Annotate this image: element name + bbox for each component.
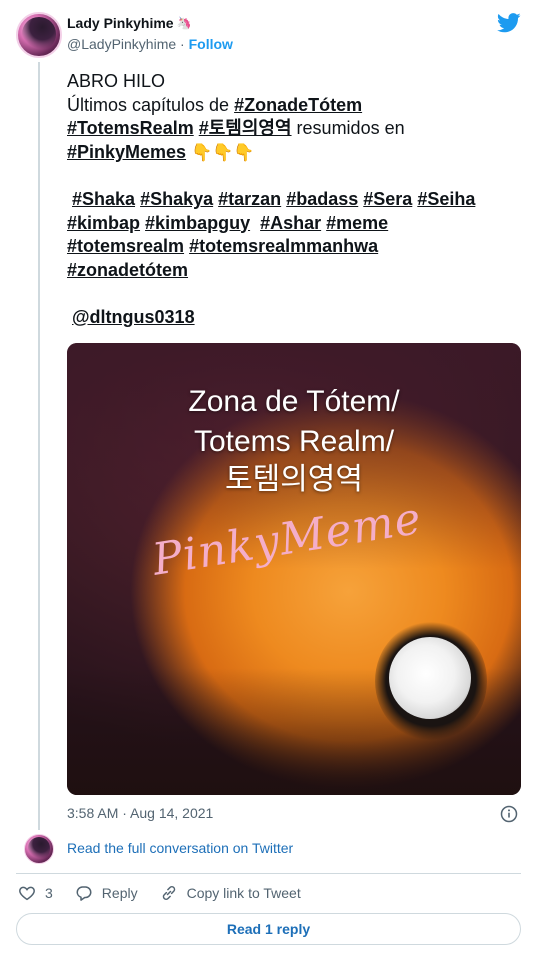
tweet-line-2: Últimos capítulos de #ZonadeTótem <box>67 94 527 118</box>
hashtag-badass[interactable]: #badass <box>286 189 358 209</box>
unicorn-emoji: 🦄 <box>176 16 192 30</box>
hashtag-zonadetotem-lower[interactable]: #zonadetótem <box>67 260 188 280</box>
hashtag-totemsrealm[interactable]: #TotemsRealm <box>67 118 194 138</box>
media-caption-line-2: Totems Realm/ <box>193 425 395 458</box>
eye-highlight <box>389 637 471 719</box>
tweet-line-1: ABRO HILO <box>67 70 527 94</box>
author-handle-row: @LadyPinkyhime · Follow <box>67 36 233 52</box>
mention-link[interactable]: @dltngus0318 <box>72 307 195 327</box>
hashtag-totemsrealm-lower[interactable]: #totemsrealm <box>67 236 184 256</box>
read-full-conversation-link[interactable]: Read the full conversation on Twitter <box>67 840 293 856</box>
tweet-line-11: @dltngus0318 <box>67 306 527 330</box>
hashtag-kimbap[interactable]: #kimbap <box>67 213 140 233</box>
summarized-text: resumidos en <box>291 118 405 139</box>
hashtag-totemsrealmmanhwa[interactable]: #totemsrealmmanhwa <box>189 236 378 256</box>
author-name[interactable]: Lady Pinkyhime <box>67 15 174 31</box>
tweet-media-image[interactable]: Zona de Tótem/ Totems Realm/ 토템의영역 Pinky… <box>67 343 521 795</box>
reply-label: Reply <box>101 885 138 901</box>
hashtag-zonadetotem[interactable]: #ZonadeTótem <box>234 95 362 115</box>
thread-intro-text: ABRO HILO <box>67 71 166 91</box>
hashtag-shaka[interactable]: #Shaka <box>72 189 135 209</box>
author-avatar[interactable] <box>16 12 62 58</box>
media-caption-line-1: Zona de Tótem/ <box>188 385 400 418</box>
twitter-bird-icon[interactable] <box>497 13 521 33</box>
tweet-embed-card: Lady Pinkyhime 🦄 @LadyPinkyhime · Follow… <box>0 0 537 960</box>
tweet-timestamp[interactable]: 3:58 AM · Aug 14, 2021 <box>67 805 213 821</box>
follow-link[interactable]: Follow <box>189 36 233 52</box>
media-caption-line-3: 토템의영역 <box>225 463 363 496</box>
hashtag-pinkymemes[interactable]: #PinkyMemes <box>67 142 186 162</box>
author-name-row[interactable]: Lady Pinkyhime 🦄 <box>67 15 192 31</box>
hashtag-shakya[interactable]: #Shakya <box>140 189 213 209</box>
reply-bubble-icon <box>76 886 92 901</box>
actions-divider <box>16 873 521 874</box>
copy-link-label: Copy link to Tweet <box>186 885 301 901</box>
handle-separator: · <box>180 36 185 52</box>
thread-connector-line <box>38 62 40 830</box>
like-count: 3 <box>45 885 53 901</box>
info-icon[interactable] <box>500 805 518 823</box>
hashtag-meme[interactable]: #meme <box>326 213 388 233</box>
hashtag-seiha[interactable]: #Seiha <box>417 189 475 209</box>
hashtag-ashar[interactable]: #Ashar <box>260 213 321 233</box>
copy-link-action[interactable]: Copy link to Tweet <box>160 884 301 902</box>
conversation-avatar[interactable] <box>24 834 54 864</box>
pointing-down-emojis: 👇👇👇 <box>191 142 255 162</box>
read-reply-button[interactable]: Read 1 reply <box>16 913 521 945</box>
hashtag-korean-totem[interactable]: #토템의영역 <box>199 118 292 138</box>
hashtag-sera[interactable]: #Sera <box>363 189 412 209</box>
tweet-line-9: #zonadetótem <box>67 259 527 283</box>
tweet-line-7: #kimbap #kimbapguy #Ashar #meme <box>67 212 527 236</box>
tweet-line-8: #totemsrealm #totemsrealmmanhwa <box>67 235 527 259</box>
tweet-line-3: #TotemsRealm #토템의영역 resumidos en <box>67 117 527 141</box>
reply-action[interactable]: Reply <box>75 884 138 902</box>
tweet-line-4: #PinkyMemes 👇👇👇 <box>67 141 527 165</box>
chapters-text: Últimos capítulos de <box>67 94 235 115</box>
like-action[interactable]: 3 <box>18 884 53 902</box>
tweet-text: ABRO HILO Últimos capítulos de #ZonadeTó… <box>67 70 527 330</box>
link-icon <box>162 886 175 900</box>
author-handle[interactable]: @LadyPinkyhime <box>67 36 176 52</box>
tweet-blank-line-2 <box>67 282 527 306</box>
hashtag-kimbapguy[interactable]: #kimbapguy <box>145 213 250 233</box>
tweet-line-6: #Shaka #Shakya #tarzan #badass #Sera #Se… <box>67 188 527 212</box>
hashtag-tarzan[interactable]: #tarzan <box>218 189 281 209</box>
heart-icon <box>19 886 35 901</box>
tweet-actions-bar: 3 Reply Copy link to Tweet <box>18 884 323 902</box>
